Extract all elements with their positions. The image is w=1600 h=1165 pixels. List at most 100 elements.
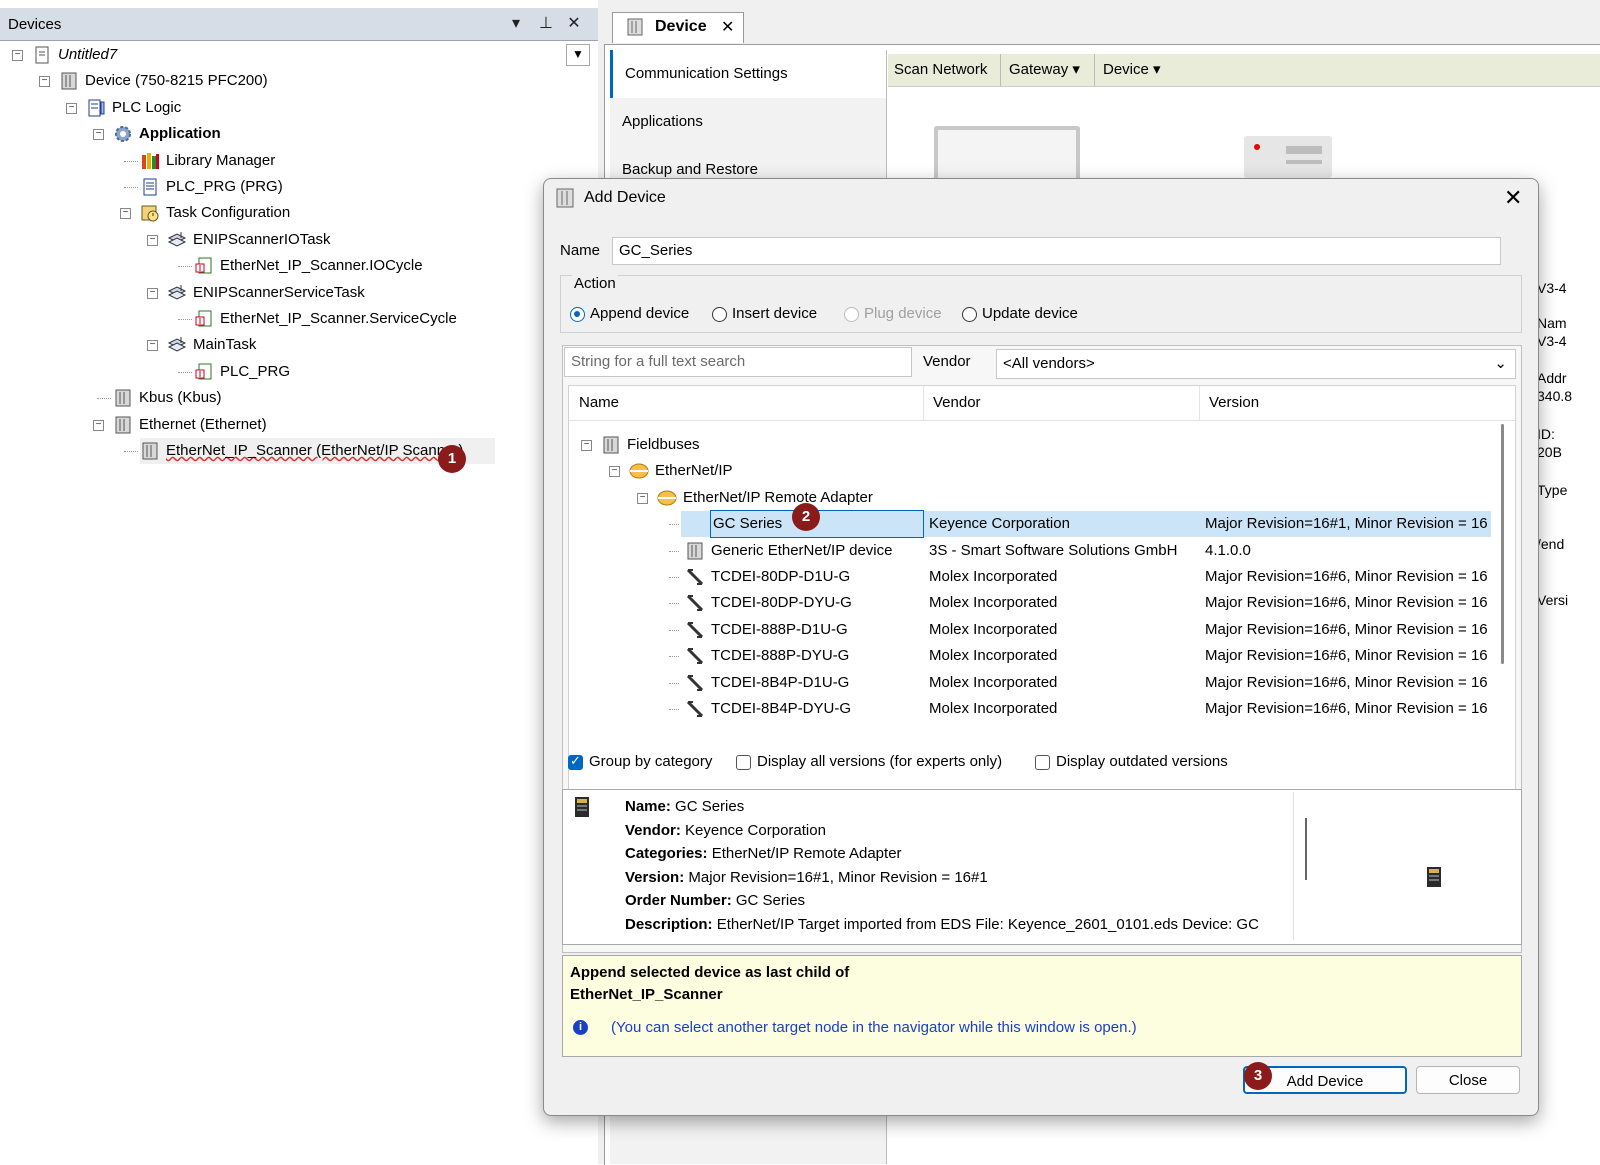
device-row-vendor: Molex Incorporated [929,568,1058,585]
device-row-vendor: Molex Incorporated [929,594,1058,612]
radio-insert-device[interactable]: Insert device [712,305,817,322]
radio-update-device[interactable]: Update device [962,305,1078,322]
tree-node[interactable]: EtherNet_IP_Scanner.IOCycle [194,253,423,279]
gateway-menu[interactable]: Gateway ▾ [1000,54,1080,86]
collapse-icon[interactable]: − [637,492,648,504]
device-row-name: TCDEI-80DP-D1U-G [711,568,851,585]
tree-connector [669,524,679,526]
tree-node-label: Kbus (Kbus) [139,389,222,407]
device-icon [59,71,79,91]
checkbox-box [1035,754,1050,770]
collapse-icon[interactable]: − [120,208,131,220]
tree-node[interactable]: PLC_PRG (PRG) [140,174,283,200]
tree-node[interactable]: EtherNet_IP_Scanner.ServiceCycle [194,306,457,332]
radio-circle [712,306,727,322]
device-row[interactable]: − Fieldbuses [569,432,1491,458]
device-row[interactable]: TCDEI-80DP-D1U-G Molex Incorporated Major … [569,564,1491,590]
checkbox-display-outdated-versions[interactable]: Display outdated versions [1035,753,1228,770]
tree-node[interactable]: Task Configuration [140,200,290,226]
name-label: Name [560,242,601,259]
device-row-name: TCDEI-888P-DYU-G [711,647,850,665]
device-slot [1286,146,1322,154]
device-row[interactable]: TCDEI-888P-D1U-G Molex Incorporated Major … [569,617,1491,643]
close-panel-icon[interactable]: ✕ [564,14,584,34]
device-label: Device [1103,61,1149,78]
collapse-icon[interactable]: − [66,102,77,114]
device-row-name: Fieldbuses [627,436,700,453]
tree-node-label: Ethernet (Ethernet) [139,415,267,433]
collapse-icon[interactable]: − [609,466,620,478]
close-tab-icon[interactable]: ✕ [721,17,734,37]
info-scrollbar[interactable] [1305,818,1307,880]
device-menu[interactable]: Device ▾ [1094,54,1161,86]
vendor-select-value: <All vendors> [1003,355,1095,372]
panel-dropdown-icon[interactable]: ▾ [506,14,526,34]
device-row[interactable]: Generic EtherNet/IP device 3S - Smart Sof… [569,538,1491,564]
tree-node[interactable]: Application [113,121,221,147]
collapse-icon[interactable]: − [39,76,50,88]
tree-node[interactable]: ENIPScannerIOTask [167,227,331,253]
device-row[interactable]: TCDEI-8B4P-D1U-G Molex Incorporated Major … [569,670,1491,696]
device-row[interactable]: GC Series Keyence Corporation Major Revisi… [569,510,1491,539]
side-tab-applications[interactable]: Applications [610,98,886,146]
vendor-select[interactable]: <All vendors> ⌄ [996,349,1516,379]
tab-device[interactable]: Device ✕ [612,12,744,43]
device-row[interactable]: TCDEI-888P-DYU-G Molex Incorporated Major … [569,643,1491,669]
device-row-name: EtherNet/IP [655,462,733,480]
close-button[interactable]: Close [1416,1066,1520,1094]
vertical-scrollbar[interactable] [1501,424,1504,664]
chevron-down-icon: ▾ [1072,61,1080,78]
device-row-name: TCDEI-8B4P-DYU-G [711,700,852,717]
collapse-icon[interactable]: − [147,340,158,352]
info-name-key: Name: [625,798,671,815]
tree-connector [669,550,679,552]
tree-node[interactable]: Ethernet (Ethernet) [113,412,267,438]
side-tab-communication-settings[interactable]: Communication Settings [610,50,886,98]
collapse-icon[interactable]: − [93,129,104,141]
collapse-icon[interactable]: − [12,50,23,61]
close-dialog-icon[interactable]: ✕ [1504,185,1522,211]
device-icon [140,441,160,461]
collapse-icon[interactable]: − [147,287,158,299]
tree-node[interactable]: Library Manager [140,148,275,174]
tree-node[interactable]: PLC Logic [86,95,181,121]
device-row-vendor: Molex Incorporated [929,673,1058,691]
device-row-version: Major Revision=16#6, Minor Revision = 16 [1205,594,1488,612]
tree-node-label: Untitled7 [58,46,118,63]
column-header-version[interactable]: Version [1209,394,1259,411]
device-icon [556,188,574,208]
radio-append-device[interactable]: Append device [570,305,689,322]
device-name-input[interactable]: GC_Series [612,237,1501,265]
checkbox-group-by-category[interactable]: Group by category [568,753,712,770]
tree-node[interactable]: Device (750-8215 PFC200) [59,68,268,94]
device-row[interactable]: − EtherNet/IP Remote Adapter [569,485,1491,511]
device-row[interactable]: − EtherNet/IP [569,458,1491,484]
tree-node-label: PLC Logic [112,98,182,116]
tree-dropdown-button[interactable]: ▼ [566,44,590,66]
tree-connector [124,451,138,452]
tree-node[interactable]: ENIPScannerServiceTask [167,280,365,306]
device-icon [113,415,133,435]
device-slot [1286,160,1322,164]
tree-node[interactable]: PLC_PRG [194,359,290,385]
device-row-version: Major Revision=16#6, Minor Revision = 16 [1205,620,1488,638]
device-row[interactable]: TCDEI-8B4P-DYU-G Molex Incorporated Major … [569,696,1491,722]
tree-connector [669,709,679,710]
tree-node[interactable]: Kbus (Kbus) [113,385,222,411]
column-header-vendor[interactable]: Vendor [933,394,981,411]
tree-node[interactable]: MainTask [167,332,256,358]
checkbox-display-all-versions[interactable]: Display all versions (for experts only) [736,753,1002,770]
collapse-icon[interactable]: − [93,419,104,431]
device-row[interactable]: TCDEI-80DP-DYU-G Molex Incorporated Major … [569,590,1491,616]
scan-network-button[interactable]: Scan Network [894,54,987,86]
radio-circle [844,306,859,322]
collapse-icon[interactable]: − [581,440,592,451]
editor-toolbar: Scan Network Gateway ▾ Device ▾ [888,54,1600,87]
full-text-search-input[interactable]: String for a full text search [564,347,912,377]
tree-node[interactable]: Untitled7 [32,42,117,68]
pin-icon[interactable]: ⊥ [536,14,556,34]
column-header-name[interactable]: Name [579,394,619,411]
info-version-key: Version: [625,869,685,886]
tree-node-label: Library Manager [166,151,276,169]
collapse-icon[interactable]: − [147,234,158,246]
